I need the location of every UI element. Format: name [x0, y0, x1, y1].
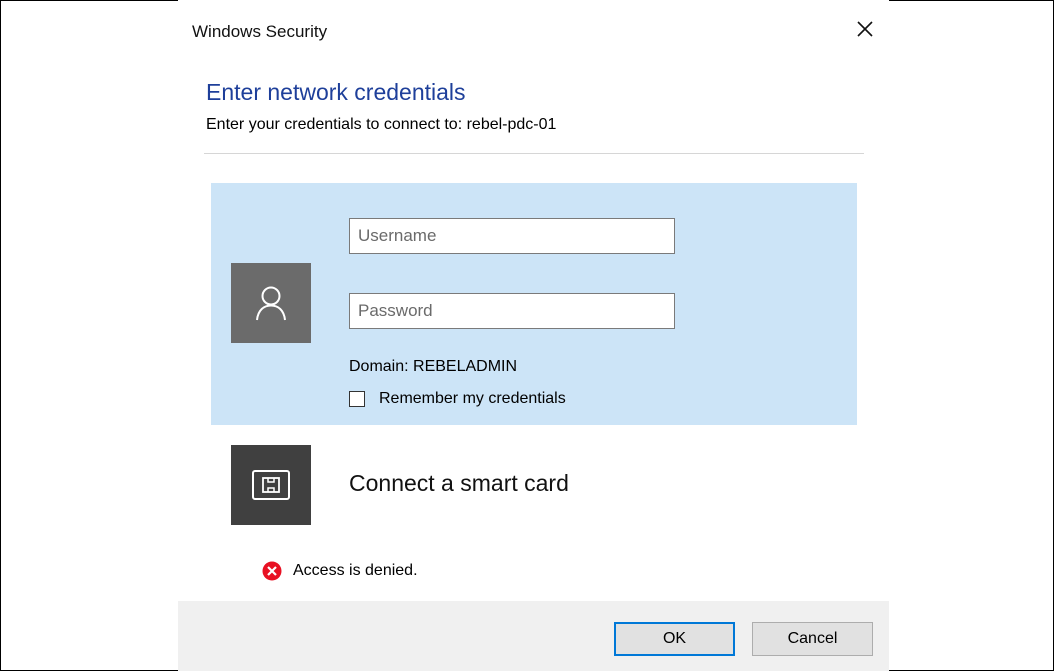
checkbox-box[interactable]	[349, 391, 365, 407]
error-text: Access is denied.	[293, 562, 418, 579]
smart-card-option[interactable]: Connect a smart card	[211, 443, 857, 527]
smart-card-tile	[231, 445, 311, 525]
dialog-subheading: Enter your credentials to connect to: re…	[206, 116, 557, 133]
ok-button[interactable]: OK	[614, 622, 735, 656]
password-input[interactable]	[349, 293, 675, 329]
user-icon	[256, 286, 286, 321]
window-title: Windows Security	[192, 22, 328, 41]
close-button[interactable]	[850, 14, 880, 44]
error-icon	[262, 561, 282, 581]
windows-security-dialog: Windows Security Enter network credentia…	[178, 0, 889, 671]
avatar	[231, 263, 311, 343]
username-input[interactable]	[349, 218, 675, 254]
domain-label: Domain: REBELADMIN	[349, 358, 518, 375]
remember-credentials-label: Remember my credentials	[379, 390, 566, 407]
dialog-heading: Enter network credentials	[206, 79, 466, 105]
credential-tile[interactable]: Domain: REBELADMIN Remember my credentia…	[211, 183, 857, 425]
cancel-button[interactable]: Cancel	[752, 622, 873, 656]
smart-card-icon	[252, 470, 290, 500]
button-bar: OK Cancel	[178, 601, 889, 671]
remember-credentials-checkbox[interactable]: Remember my credentials	[349, 390, 566, 408]
close-icon	[857, 21, 873, 37]
error-message: Access is denied.	[262, 561, 418, 581]
header-divider	[204, 153, 864, 154]
smart-card-label: Connect a smart card	[349, 470, 569, 496]
